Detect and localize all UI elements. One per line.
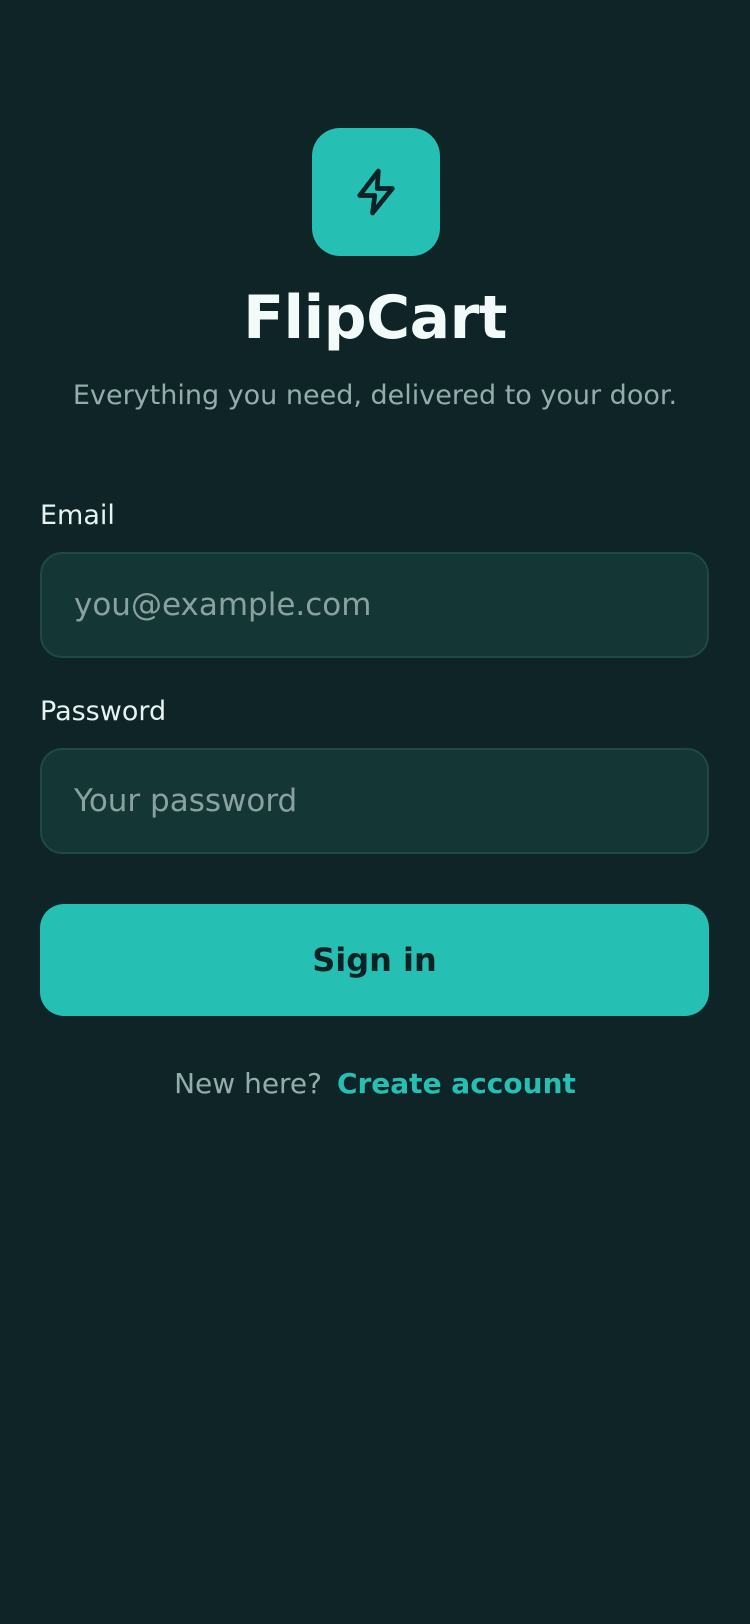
create-account-link[interactable]: Create account [337,1067,576,1100]
login-screen: FlipCart Everything you need, delivered … [0,0,750,1624]
app-logo [312,128,440,256]
password-label: Password [40,696,167,727]
sign-in-button[interactable]: Sign in [40,904,709,1016]
signup-prompt-row: New here? Create account [0,1064,750,1104]
password-field[interactable] [40,748,709,854]
email-field[interactable] [40,552,709,658]
lightning-bolt-icon [357,168,395,216]
email-label: Email [40,500,115,531]
app-title: FlipCart [243,283,507,353]
signup-prompt-text: New here? [174,1067,323,1100]
app-tagline: Everything you need, delivered to your d… [72,380,678,411]
